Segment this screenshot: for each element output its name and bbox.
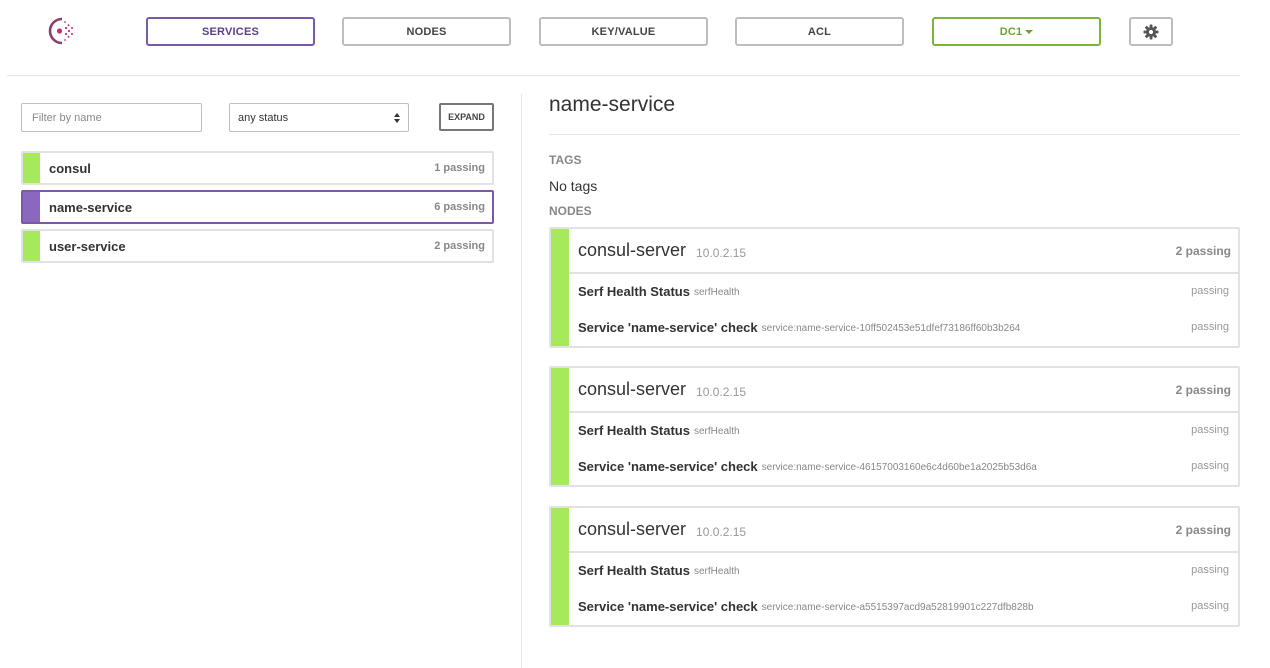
check-status: passing [1191,424,1229,436]
status-filter-select[interactable]: any status [229,103,409,132]
service-passing-count: 1 passing [434,162,485,174]
check-row: Service 'name-service' check service:nam… [569,456,1238,476]
status-filter-value: any status [238,111,289,124]
nav-nodes-button[interactable]: NODES [342,17,511,46]
check-row: Serf Health Status serfHealth passing [569,281,1238,301]
nav-key-value-button[interactable]: KEY/VALUE [539,17,708,46]
check-name: Service 'name-service' check [578,598,758,614]
nodes-heading: NODES [549,204,592,218]
check-id: service:name-service-10ff502453e51dfef73… [761,323,1021,334]
node-address: 10.0.2.15 [696,384,747,399]
node-header[interactable]: consul-server 10.0.2.15 2 passing [569,368,1238,413]
check-status: passing [1191,600,1229,612]
node-panel: consul-server 10.0.2.15 2 passing Serf H… [549,506,1240,627]
check-row: Serf Health Status serfHealth passing [569,560,1238,580]
check-name: Serf Health Status [578,422,690,438]
title-divider [549,134,1240,135]
check-id: serfHealth [693,287,740,298]
nav-acl-button[interactable]: ACL [735,17,904,46]
check-name: Service 'name-service' check [578,458,758,474]
node-status-indicator [551,508,569,625]
check-id: serfHealth [693,426,740,437]
consul-logo-icon[interactable] [46,16,78,46]
check-id: serfHealth [693,566,740,577]
node-address: 10.0.2.15 [696,524,747,539]
page-title: name-service [549,93,676,116]
check-row: Service 'name-service' check service:nam… [569,317,1238,337]
node-status-indicator [551,368,569,485]
node-address: 10.0.2.15 [696,245,747,260]
check-status: passing [1191,321,1229,333]
node-status-indicator [551,229,569,346]
settings-button[interactable] [1129,17,1173,46]
service-name: name-service [49,199,133,215]
check-status: passing [1191,564,1229,576]
node-passing-count: 2 passing [1175,243,1231,258]
check-id: service:name-service-a5515397acd9a528199… [761,602,1034,613]
service-list: consul 1 passing name-service 6 passing … [21,151,494,268]
header-divider [7,75,1240,76]
service-item-consul[interactable]: consul 1 passing [21,151,494,185]
tags-heading: TAGS [549,153,582,167]
service-passing-count: 6 passing [434,201,485,213]
caret-down-icon [1025,29,1034,34]
check-name: Serf Health Status [578,562,690,578]
service-status-indicator [23,231,40,261]
check-name: Serf Health Status [578,283,690,299]
node-name: consul-server [578,240,687,260]
node-panel: consul-server 10.0.2.15 2 passing Serf H… [549,227,1240,348]
check-name: Service 'name-service' check [578,319,758,335]
service-name: consul [49,160,91,176]
node-name: consul-server [578,379,687,399]
node-panel: consul-server 10.0.2.15 2 passing Serf H… [549,366,1240,487]
node-header[interactable]: consul-server 10.0.2.15 2 passing [569,229,1238,274]
datacenter-label: DC1 [999,25,1023,38]
service-passing-count: 2 passing [434,240,485,252]
check-row: Serf Health Status serfHealth passing [569,420,1238,440]
gear-icon [1143,24,1159,39]
node-name: consul-server [578,519,687,539]
filter-by-name-input[interactable] [21,103,202,132]
node-passing-count: 2 passing [1175,522,1231,537]
service-name: user-service [49,238,126,254]
service-item-name-service[interactable]: name-service 6 passing [21,190,494,224]
service-item-user-service[interactable]: user-service 2 passing [21,229,494,263]
column-divider [521,94,522,668]
check-status: passing [1191,285,1229,297]
tags-value: No tags [549,178,598,194]
check-status: passing [1191,460,1229,472]
select-arrows-icon [394,112,400,123]
service-status-indicator [23,192,40,222]
node-passing-count: 2 passing [1175,382,1231,397]
node-header[interactable]: consul-server 10.0.2.15 2 passing [569,508,1238,553]
nav-services-button[interactable]: SERVICES [146,17,315,46]
expand-button[interactable]: EXPAND [439,103,494,131]
check-id: service:name-service-46157003160e6c4d60b… [761,462,1037,473]
check-row: Service 'name-service' check service:nam… [569,596,1238,616]
service-status-indicator [23,153,40,183]
datacenter-dropdown-button[interactable]: DC1 [932,17,1101,46]
